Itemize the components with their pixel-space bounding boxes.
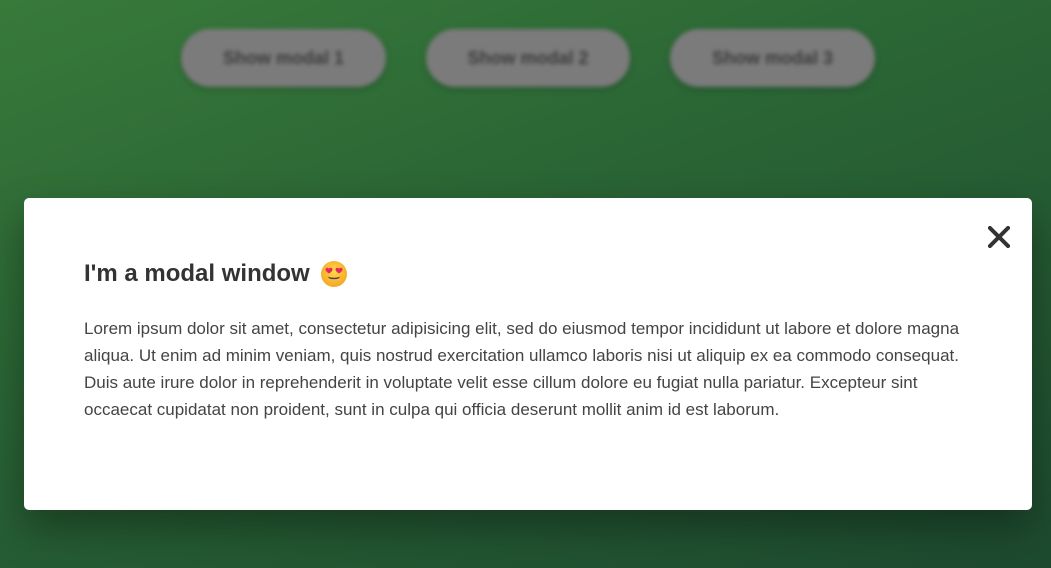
show-modal-1-button: Show modal 1 [181, 29, 386, 87]
modal-title-text: I'm a modal window [84, 260, 310, 287]
show-modal-2-button: Show modal 2 [426, 29, 630, 87]
close-icon [988, 226, 1010, 248]
show-modal-3-button: Show modal 3 [670, 29, 875, 87]
close-button[interactable] [984, 220, 1014, 254]
smiling-face-with-heart-eyes-icon [320, 261, 347, 287]
modal-window: I'm a modal window Lorem ipsum dolor sit… [24, 198, 1032, 510]
modal-title: I'm a modal window [84, 260, 348, 288]
modal-body-text: Lorem ipsum dolor sit amet, consectetur … [84, 319, 960, 419]
